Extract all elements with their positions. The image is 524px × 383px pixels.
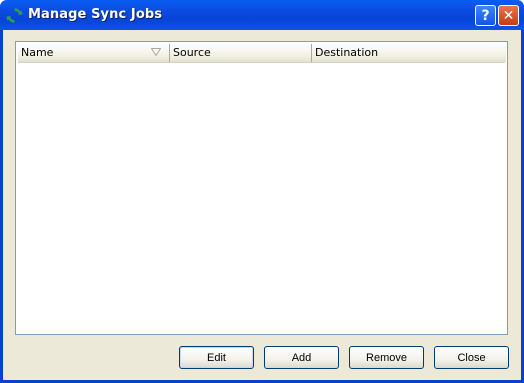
- remove-button-label: Remove: [366, 351, 407, 364]
- edit-button[interactable]: Edit: [179, 346, 254, 369]
- help-icon: ?: [481, 7, 490, 24]
- column-header-name[interactable]: Name: [18, 44, 170, 62]
- help-button[interactable]: ?: [475, 5, 496, 26]
- edit-button-label: Edit: [207, 351, 226, 364]
- close-button[interactable]: Close: [434, 346, 509, 369]
- dialog-client-area: Name Source Destination Edit Add Remove …: [3, 30, 521, 380]
- column-header-label: Name: [21, 46, 54, 59]
- remove-button[interactable]: Remove: [349, 346, 424, 369]
- column-header-source[interactable]: Source: [170, 44, 312, 62]
- add-button[interactable]: Add: [264, 346, 339, 369]
- window-title: Manage Sync Jobs: [28, 7, 163, 22]
- close-button-label: Close: [457, 351, 486, 364]
- column-header-label: Source: [173, 46, 211, 59]
- sort-descending-icon: [151, 48, 161, 56]
- close-window-button[interactable]: ✕: [498, 5, 519, 26]
- list-header: Name Source Destination: [18, 44, 506, 63]
- column-header-label: Destination: [315, 46, 379, 59]
- sync-icon: [6, 8, 23, 23]
- sync-jobs-list[interactable]: Name Source Destination: [15, 41, 508, 335]
- title-bar[interactable]: Manage Sync Jobs ? ✕: [0, 0, 524, 30]
- dialog-window: Manage Sync Jobs ? ✕ Name Source Destina…: [0, 0, 524, 383]
- column-header-destination[interactable]: Destination: [312, 44, 506, 62]
- add-button-label: Add: [291, 351, 312, 364]
- list-body[interactable]: Name Source Destination: [18, 44, 506, 332]
- close-icon: ✕: [502, 7, 515, 24]
